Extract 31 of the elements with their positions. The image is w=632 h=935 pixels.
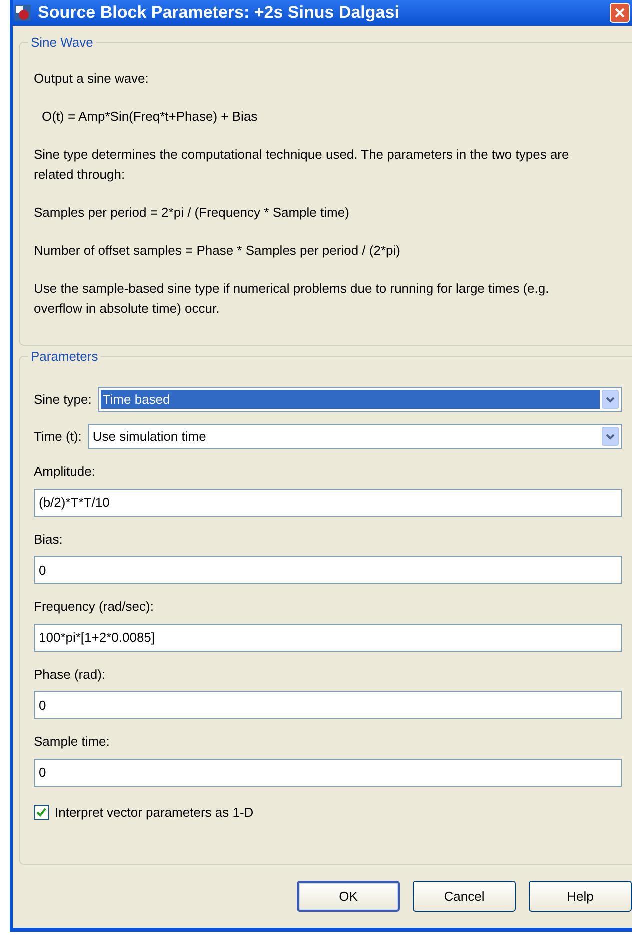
dialog-button[interactable]: Help xyxy=(529,881,632,912)
description-text: O(t) = Amp*Sin(Freq*t+Phase) + Bias xyxy=(41,108,259,126)
description-text: Output a sine wave: xyxy=(34,70,150,88)
group-title: Parameters xyxy=(30,350,100,363)
close-button[interactable] xyxy=(610,3,630,23)
dropdown-label: Sine type: xyxy=(34,390,92,409)
input-field[interactable]: 100*pi*[1+2*0.0085] xyxy=(34,624,622,652)
dialog-button[interactable]: OK xyxy=(297,881,400,912)
field-label: Amplitude: xyxy=(34,463,96,481)
field-label: Bias: xyxy=(34,530,64,548)
field-label: Phase (rad): xyxy=(34,666,107,684)
window-title: Source Block Parameters: +2s Sinus Dalgasi xyxy=(38,2,400,24)
description-text: Samples per period = 2*pi / (Frequency * Sample time) xyxy=(34,204,350,222)
field-label: Frequency (rad/sec): xyxy=(34,598,155,616)
group-title: Sine Wave xyxy=(30,36,94,49)
input-field[interactable]: 0 xyxy=(34,758,622,786)
close-icon xyxy=(614,7,626,19)
description-text: Number of offset samples = Phase * Samples per period / (2*pi) xyxy=(34,242,402,260)
dropdown[interactable]: Time based xyxy=(98,387,622,412)
checkbox[interactable] xyxy=(34,804,49,820)
description-text: Use the sample-based sine type if numerical problems due to running for large times (e.g. overflow in absolute time) occur. xyxy=(34,280,550,318)
dropdown[interactable]: Use simulation time xyxy=(88,424,622,449)
input-field[interactable]: 0 xyxy=(34,556,622,584)
input-field[interactable]: 0 xyxy=(34,691,622,719)
dropdown-label: Time (t): xyxy=(34,428,82,446)
dialog-button[interactable]: Cancel xyxy=(413,881,516,912)
checkbox-label: Interpret vector parameters as 1-D xyxy=(55,804,254,822)
app-icon xyxy=(14,4,32,22)
field-label: Sample time: xyxy=(34,733,111,751)
input-field[interactable]: (b/2)*T*T/10 xyxy=(34,488,622,516)
description-text: Sine type determines the computational technique used. The parameters in the two types are related through: xyxy=(34,146,570,184)
